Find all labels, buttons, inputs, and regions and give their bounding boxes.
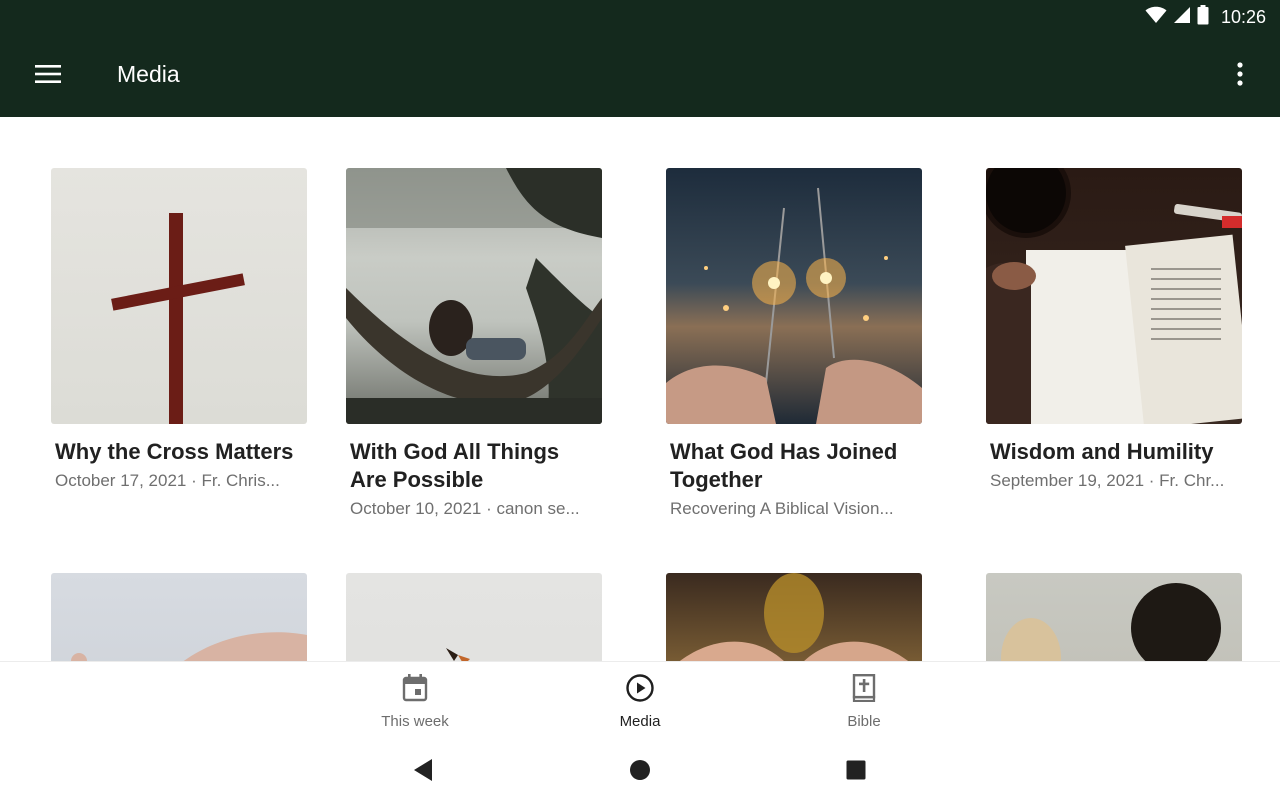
media-thumbnail [346, 168, 602, 424]
recents-button[interactable] [841, 757, 871, 787]
recents-square-icon [846, 760, 866, 784]
media-grid: Why the Cross Matters October 17, 2021 ·… [0, 117, 1280, 661]
media-title: Wisdom and Humility [990, 439, 1214, 464]
media-thumbnail [666, 168, 922, 424]
media-subtitle: October 17, 2021 · Fr. Chris... [55, 471, 280, 490]
overflow-menu-button[interactable] [1226, 58, 1254, 94]
hands-image [71, 632, 307, 661]
media-card[interactable] [51, 573, 307, 661]
home-circle-icon [629, 759, 651, 785]
media-title: With God All Things Are Possible [350, 439, 560, 492]
bible-study-image [986, 168, 1242, 424]
system-navigation-bar [0, 741, 1280, 800]
media-subtitle: September 19, 2021 · Fr. Chr... [990, 471, 1225, 490]
calendar-icon [402, 674, 428, 706]
media-thumbnail [346, 573, 602, 661]
media-card[interactable] [346, 573, 602, 661]
home-button[interactable] [625, 757, 655, 787]
page-title: Media [117, 61, 180, 87]
cell-signal-icon [1173, 6, 1191, 28]
media-thumbnail [986, 168, 1242, 424]
nav-media[interactable]: Media [565, 674, 715, 730]
nav-label: This week [381, 713, 449, 730]
butterfly-image [446, 648, 470, 661]
media-card[interactable]: With God All Things Are Possible October… [346, 168, 602, 522]
more-vertical-icon [1237, 62, 1243, 90]
media-thumbnail [986, 573, 1242, 661]
people-image [1001, 583, 1221, 661]
media-subtitle: October 10, 2021 · canon se... [350, 499, 580, 518]
nav-label: Bible [847, 713, 881, 730]
media-thumbnail [51, 168, 307, 424]
sparklers-image [666, 187, 922, 424]
media-title: Why the Cross Matters [55, 439, 294, 464]
status-bar: 10:26 [1145, 4, 1266, 30]
bottom-navigation: This week Media Bible [0, 661, 1280, 741]
media-card[interactable]: Wisdom and Humility September 19, 2021 ·… [986, 168, 1242, 494]
nav-label: Media [619, 713, 661, 730]
battery-icon [1197, 5, 1209, 29]
media-card[interactable] [666, 573, 922, 661]
media-title: What God Has Joined Together [670, 439, 898, 492]
nav-this-week[interactable]: This week [340, 674, 490, 730]
wifi-icon [1145, 6, 1167, 28]
media-card[interactable]: What God Has Joined Together Recovering … [666, 168, 922, 522]
hamburger-menu-icon [35, 65, 61, 87]
play-circle-icon [626, 674, 654, 706]
open-hands-image [680, 573, 908, 661]
back-button[interactable] [408, 757, 438, 787]
menu-button[interactable] [30, 58, 66, 94]
bible-icon [852, 674, 876, 706]
app-bar [0, 0, 1280, 117]
status-time: 10:26 [1220, 6, 1266, 27]
media-thumbnail [666, 573, 922, 661]
media-card[interactable] [986, 573, 1242, 661]
nav-bible[interactable]: Bible [789, 674, 939, 730]
media-card[interactable]: Why the Cross Matters October 17, 2021 ·… [51, 168, 307, 494]
cross-image [111, 213, 245, 424]
hammock-image [346, 168, 602, 424]
media-thumbnail [51, 573, 307, 661]
back-triangle-icon [412, 758, 434, 786]
media-subtitle: Recovering A Biblical Vision... [670, 499, 894, 518]
